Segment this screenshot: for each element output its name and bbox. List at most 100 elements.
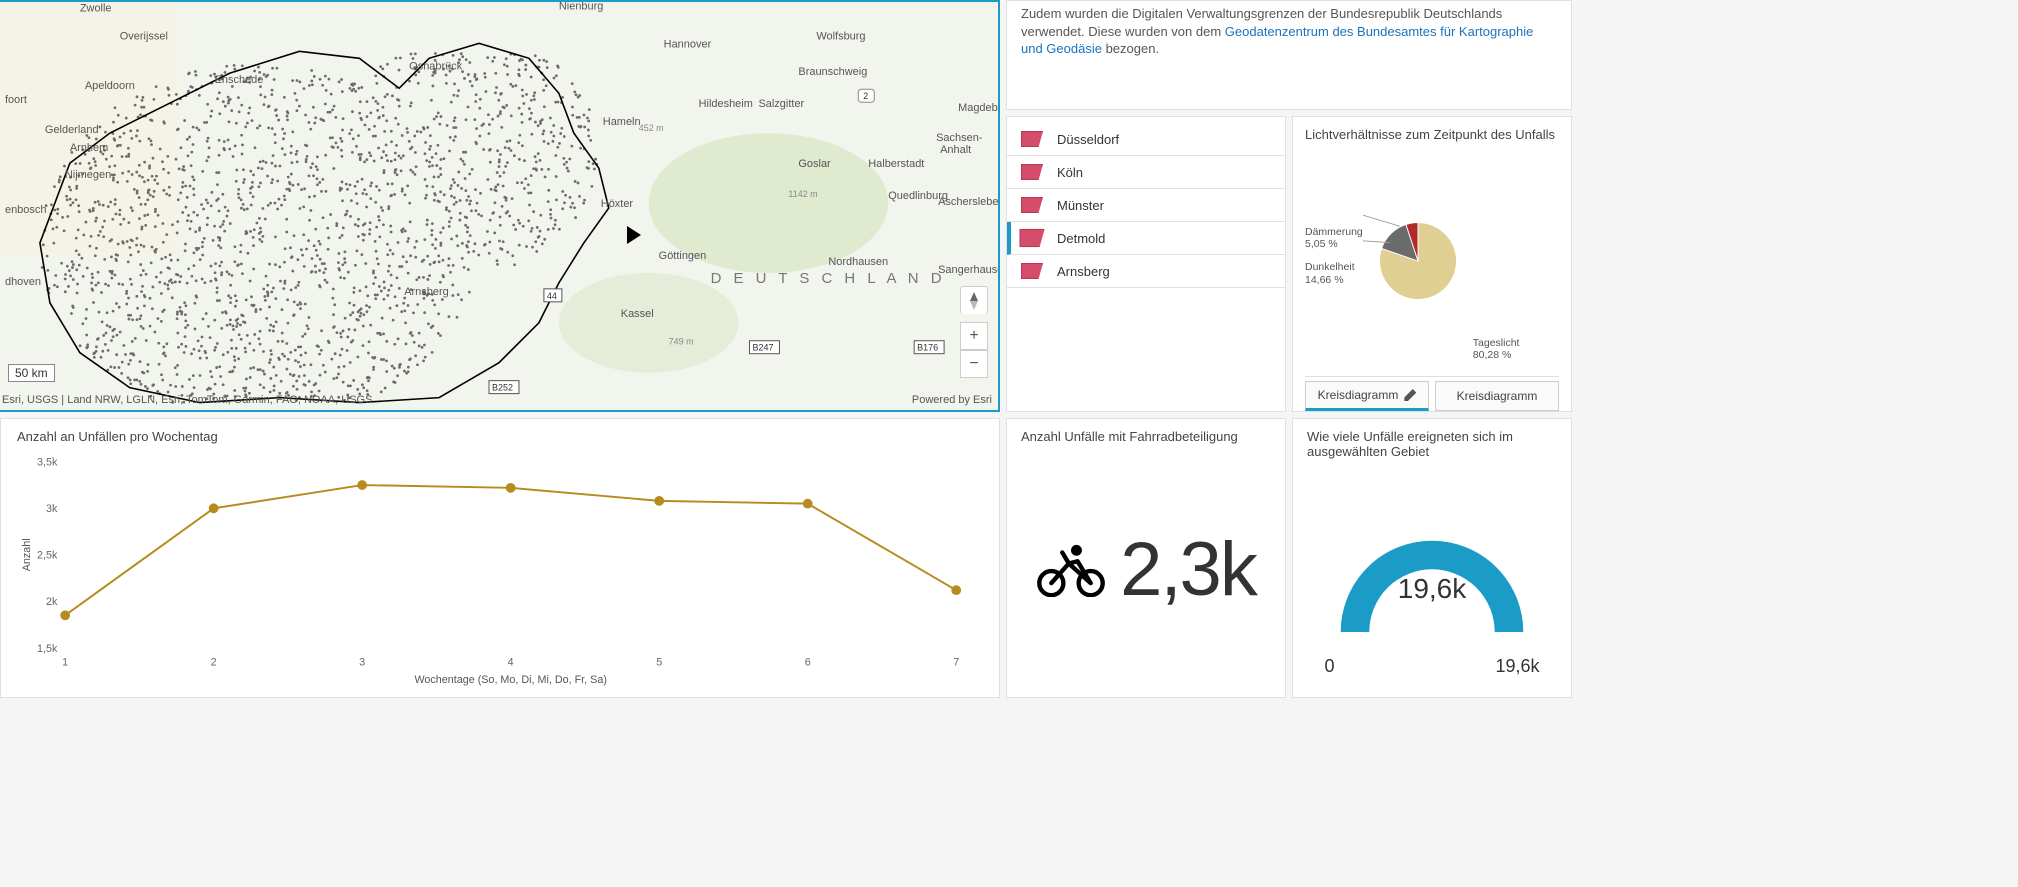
map-credits: Esri, USGS | Land NRW, LGLN, Esri, TomTo… bbox=[2, 394, 372, 406]
country-label: D E U T S C H L A N D bbox=[711, 270, 946, 287]
region-label: Arnsberg bbox=[1057, 264, 1110, 279]
flag-icon bbox=[1019, 229, 1044, 247]
elev-452: 452 m bbox=[639, 123, 664, 133]
region-label: Düsseldorf bbox=[1057, 132, 1119, 147]
road-44: 44 bbox=[547, 291, 557, 301]
svg-text:Nienburg: Nienburg bbox=[559, 2, 604, 12]
svg-text:6: 6 bbox=[805, 656, 811, 668]
svg-text:Zwolle: Zwolle bbox=[80, 2, 112, 14]
svg-text:Nijmegen: Nijmegen bbox=[65, 169, 111, 181]
svg-text:4: 4 bbox=[508, 656, 514, 668]
pie-tab-2-label: Kreisdiagramm bbox=[1457, 389, 1538, 403]
svg-text:Hameln: Hameln bbox=[603, 116, 641, 128]
bike-value: 2,3k bbox=[1120, 526, 1256, 613]
gauge-max: 19,6k bbox=[1495, 656, 1539, 677]
weekday-chart-panel: Anzahl an Unfällen pro Wochentag 1,5k2k2… bbox=[0, 418, 1000, 698]
bike-indicator-panel: Anzahl Unfälle mit Fahrradbeteiligung 2,… bbox=[1006, 418, 1286, 698]
svg-text:1,5k: 1,5k bbox=[37, 643, 58, 655]
svg-text:7: 7 bbox=[953, 656, 959, 668]
map-powered-by: Powered by Esri bbox=[912, 394, 992, 406]
svg-text:2,5k: 2,5k bbox=[37, 550, 58, 562]
region-item-münster[interactable]: Münster bbox=[1007, 189, 1285, 222]
map-canvas[interactable]: D E U T S C H L A N D Zwolle Overijssel Ap… bbox=[0, 2, 998, 410]
bicycle-icon bbox=[1036, 543, 1106, 597]
svg-text:Hildesheim: Hildesheim bbox=[699, 98, 753, 110]
flag-icon bbox=[1021, 197, 1043, 213]
map-controls: + − bbox=[960, 286, 988, 378]
map-play-button[interactable] bbox=[627, 226, 641, 244]
svg-text:Overijssel: Overijssel bbox=[120, 30, 168, 42]
region-label: Münster bbox=[1057, 198, 1104, 213]
svg-text:Arnsberg: Arnsberg bbox=[404, 286, 449, 298]
road-b247: B247 bbox=[752, 343, 773, 353]
pie-tab-2[interactable]: Kreisdiagramm bbox=[1435, 381, 1559, 411]
pie-tab-1[interactable]: Kreisdiagramm bbox=[1305, 381, 1429, 411]
region-bookmark-list: Düsseldorf Köln Münster Detmold Arnsberg bbox=[1006, 116, 1286, 412]
svg-text:Sangerhausen: Sangerhausen bbox=[938, 264, 998, 276]
svg-text:Aschersleben: Aschersleben bbox=[938, 196, 998, 208]
elev-1142: 1142 m bbox=[788, 189, 817, 199]
svg-text:foort: foort bbox=[5, 94, 27, 106]
gauge-title: Wie viele Unfälle ereigneten sich im aus… bbox=[1307, 429, 1557, 459]
map-zoom-out-button[interactable]: − bbox=[960, 350, 988, 378]
pie-tab-1-label: Kreisdiagramm bbox=[1318, 388, 1399, 402]
route-2-shield: 2 bbox=[863, 91, 868, 101]
svg-text:Arnhem: Arnhem bbox=[70, 142, 108, 154]
dunkelheit-name: Dunkelheit bbox=[1305, 261, 1355, 273]
tageslicht-name: Tageslicht bbox=[1473, 337, 1520, 349]
svg-text:Nordhausen: Nordhausen bbox=[828, 256, 888, 268]
dunkelheit-pct: 14,66 % bbox=[1305, 274, 1344, 286]
flag-icon bbox=[1021, 164, 1043, 180]
svg-text:Höxter: Höxter bbox=[601, 198, 634, 210]
svg-text:Apeldoorn: Apeldoorn bbox=[85, 80, 135, 92]
svg-text:2: 2 bbox=[211, 656, 217, 668]
svg-text:Braunschweig: Braunschweig bbox=[798, 66, 867, 78]
svg-text:enbosch: enbosch bbox=[5, 204, 46, 216]
compass-icon bbox=[965, 292, 983, 310]
map-compass-button[interactable] bbox=[960, 286, 988, 314]
svg-text:Goslar: Goslar bbox=[798, 158, 831, 170]
region-item-detmold[interactable]: Detmold bbox=[1007, 222, 1285, 255]
gauge-min: 0 bbox=[1325, 656, 1335, 677]
elev-749: 749 m bbox=[669, 337, 694, 347]
svg-text:3,5k: 3,5k bbox=[37, 457, 58, 469]
svg-text:Enschede: Enschede bbox=[215, 74, 264, 86]
pie-chart bbox=[1363, 206, 1473, 316]
region-label: Köln bbox=[1057, 165, 1083, 180]
region-item-arnsberg[interactable]: Arnsberg bbox=[1007, 255, 1285, 288]
map-zoom-in-button[interactable]: + bbox=[960, 322, 988, 350]
info-text-suffix: bezogen. bbox=[1106, 41, 1160, 56]
svg-text:3: 3 bbox=[359, 656, 365, 668]
svg-text:Wolfsburg: Wolfsburg bbox=[816, 30, 865, 42]
svg-text:1: 1 bbox=[62, 656, 68, 668]
svg-text:dhoven: dhoven bbox=[5, 276, 41, 288]
gauge-panel: Wie viele Unfälle ereigneten sich im aus… bbox=[1292, 418, 1572, 698]
map-scale-bar: 50 km bbox=[8, 364, 55, 382]
svg-text:Hannover: Hannover bbox=[664, 38, 712, 50]
svg-text:3k: 3k bbox=[46, 503, 58, 515]
pie-title: Lichtverhältnisse zum Zeitpunkt des Unfa… bbox=[1305, 127, 1559, 142]
map-panel[interactable]: D E U T S C H L A N D Zwolle Overijssel Ap… bbox=[0, 0, 1000, 412]
pencil-icon bbox=[1404, 389, 1416, 401]
svg-text:Kassel: Kassel bbox=[621, 308, 654, 320]
line-title: Anzahl an Unfällen pro Wochentag bbox=[17, 429, 983, 444]
region-item-köln[interactable]: Köln bbox=[1007, 156, 1285, 189]
svg-text:Anhalt: Anhalt bbox=[940, 144, 971, 156]
daemmerung-pct: 5,05 % bbox=[1305, 238, 1338, 250]
road-b176: B176 bbox=[917, 343, 938, 353]
daemmerung-name: Dämmerung bbox=[1305, 226, 1363, 238]
svg-text:Salzgitter: Salzgitter bbox=[758, 98, 804, 110]
svg-text:5: 5 bbox=[656, 656, 662, 668]
svg-text:Magdeburg: Magdeburg bbox=[958, 102, 998, 114]
region-item-düsseldorf[interactable]: Düsseldorf bbox=[1007, 123, 1285, 156]
gauge-value: 19,6k bbox=[1398, 573, 1467, 605]
info-text-panel: Zudem wurden die Digitalen Verwaltungsgr… bbox=[1006, 0, 1572, 110]
svg-text:Osnabrück: Osnabrück bbox=[409, 60, 463, 72]
pie-legend: Dämmerung 5,05 % Dunkelheit 14,66 % bbox=[1305, 226, 1363, 296]
svg-text:Halberstadt: Halberstadt bbox=[868, 158, 924, 170]
road-b252: B252 bbox=[492, 383, 513, 393]
flag-icon bbox=[1021, 131, 1043, 147]
region-label: Detmold bbox=[1057, 231, 1105, 246]
flag-icon bbox=[1021, 263, 1043, 279]
svg-text:Göttingen: Göttingen bbox=[659, 250, 707, 262]
